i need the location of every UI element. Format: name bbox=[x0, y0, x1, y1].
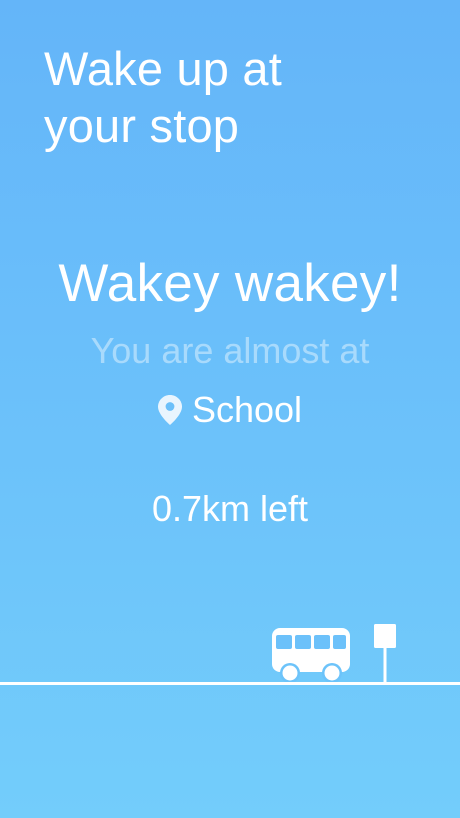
alarm-greeting: Wakey wakey! bbox=[58, 254, 402, 313]
road-line bbox=[0, 682, 460, 685]
bus-icon bbox=[270, 626, 352, 684]
headline: Wake up at your stop bbox=[44, 40, 424, 154]
stop-name: School bbox=[191, 389, 303, 430]
headline-line-2: your stop bbox=[44, 99, 240, 152]
destination-stop: School bbox=[0, 387, 460, 433]
bus-stop-sign-icon bbox=[372, 623, 398, 684]
headline-line-1: Wake up at bbox=[44, 42, 282, 95]
alarm-subtitle: You are almost at bbox=[90, 330, 370, 371]
map-pin-icon bbox=[157, 395, 182, 425]
distance-remaining: 0.7km left bbox=[151, 488, 309, 529]
